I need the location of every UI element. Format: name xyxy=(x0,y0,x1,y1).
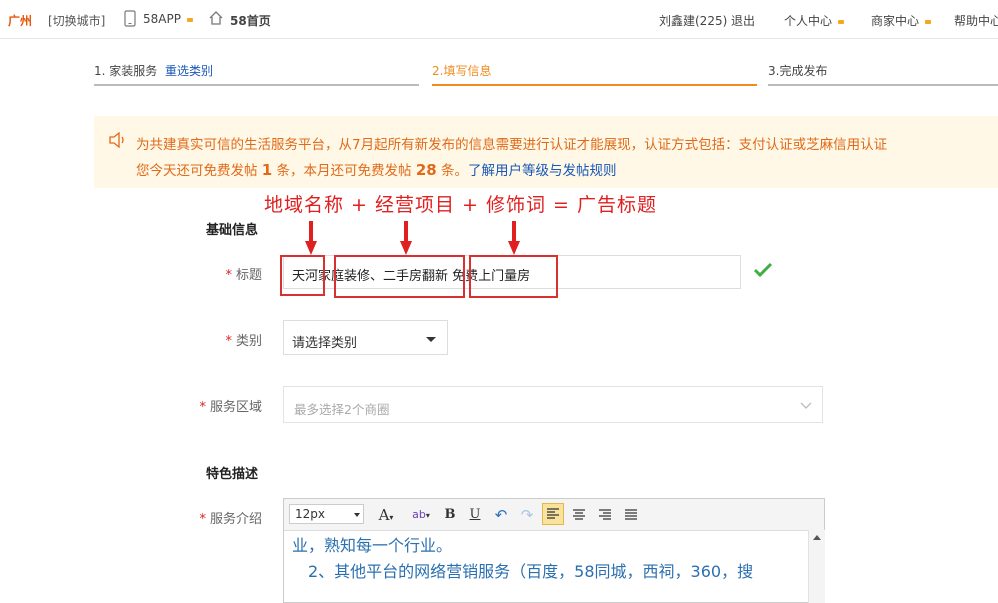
check-icon xyxy=(753,262,773,281)
category-select-value: 请选择类别 xyxy=(292,336,358,351)
editor-line-1: 业，熟知每一个行业。 xyxy=(292,536,453,555)
align-left-icon[interactable] xyxy=(542,503,564,525)
basic-info-heading: 基础信息 xyxy=(206,223,259,238)
category-label: * 类别 xyxy=(182,330,262,349)
justify-icon[interactable] xyxy=(620,506,642,524)
feature-description-heading: 特色描述 xyxy=(206,467,259,482)
home-icon xyxy=(208,10,224,29)
highlight-modifier-box xyxy=(469,255,558,298)
user-level-rules-link[interactable]: 了解用户等级与发帖规则 xyxy=(468,163,617,179)
arrow-business-icon xyxy=(400,221,412,255)
top-bar: 广州 [切换城市] 58APP 58首页 刘鑫建(225) 退出 个人中心 商家… xyxy=(0,0,998,39)
notice-line-2-suffix: 条。 xyxy=(441,163,468,179)
underline-icon[interactable]: U xyxy=(467,506,483,524)
font-size-caret-icon xyxy=(354,513,360,517)
area-required-mark: * xyxy=(199,400,206,415)
switch-city-link[interactable]: [切换城市] xyxy=(48,12,105,29)
step-1-label: 1. 家装服务 xyxy=(94,64,158,78)
scroll-up-icon[interactable] xyxy=(813,535,821,540)
personal-dot-icon xyxy=(838,19,845,24)
app-link[interactable]: 58APP xyxy=(143,12,193,26)
undo-icon[interactable]: ↶ xyxy=(492,506,510,524)
arrow-region-icon xyxy=(305,221,317,255)
notice-line-2: 您今天还可免费发帖 1 条，本月还可免费发帖 28 条。了解用户等级与发帖规则 xyxy=(136,159,617,179)
app-link-label: 58APP xyxy=(143,12,181,26)
notice-line-2-mid: 条，本月还可免费发帖 xyxy=(276,163,412,179)
app-dot-icon xyxy=(186,17,193,22)
today-count: 1 xyxy=(261,161,273,179)
category-select[interactable]: 请选择类别 xyxy=(283,320,448,355)
editor-content[interactable]: 业，熟知每一个行业。 2、其他平台的网络营销服务（百度，58同城，西祠，360，… xyxy=(284,530,808,603)
intro-required-mark: * xyxy=(199,512,206,527)
step-1-line xyxy=(94,84,419,86)
font-color-icon[interactable]: A▾ xyxy=(374,506,398,524)
merchant-dot-icon xyxy=(925,19,932,24)
service-area-placeholder: 最多选择2个商圈 xyxy=(294,402,390,417)
step-2-line xyxy=(432,84,757,86)
step-2-label: 2.填写信息 xyxy=(432,64,492,78)
personal-center-label: 个人中心 xyxy=(784,14,833,28)
font-size-value: 12px xyxy=(295,507,325,521)
title-required-mark: * xyxy=(225,268,232,283)
service-intro-label: * 服务介绍 xyxy=(182,508,262,527)
caret-down-icon xyxy=(426,337,436,342)
highlight-color-icon[interactable]: ab▾ xyxy=(406,506,436,524)
bold-icon[interactable]: B xyxy=(442,506,458,524)
service-intro-label-text: 服务介绍 xyxy=(209,512,262,527)
user-name-text: 刘鑫建(225) xyxy=(659,14,728,28)
highlight-region-box xyxy=(280,255,325,296)
month-count: 28 xyxy=(415,161,437,179)
merchant-center-label: 商家中心 xyxy=(871,14,920,28)
reselect-category-link[interactable]: 重选类别 xyxy=(165,62,213,79)
phone-icon xyxy=(124,10,136,30)
step-3-line xyxy=(768,84,998,86)
service-area-select[interactable]: 最多选择2个商圈 xyxy=(283,386,823,423)
arrow-modifier-icon xyxy=(508,221,520,255)
city-name: 广州 xyxy=(8,14,33,28)
help-center-menu[interactable]: 帮助中心 xyxy=(954,12,998,29)
notice-line-2-prefix: 您今天还可免费发帖 xyxy=(136,163,258,179)
rich-text-editor: 12px A▾ ab▾ B U ↶ ↷ 业，熟知每一个行业。 2、其他平台的网络… xyxy=(283,498,825,603)
merchant-center-menu[interactable]: 商家中心 xyxy=(871,12,932,29)
title-label-text: 标题 xyxy=(235,268,262,283)
notice-banner: 为共建真实可信的生活服务平台，从7月起所有新发布的信息需要进行认证才能展现，认证… xyxy=(94,116,998,188)
align-right-icon[interactable] xyxy=(594,506,616,524)
editor-line-2: 2、其他平台的网络营销服务（百度，58同城，西祠，360，搜 xyxy=(308,562,754,581)
category-required-mark: * xyxy=(225,334,232,349)
editor-toolbar: 12px A▾ ab▾ B U ↶ ↷ xyxy=(284,499,824,531)
chevron-down-icon xyxy=(800,399,812,413)
font-size-select[interactable]: 12px xyxy=(289,504,364,524)
highlight-business-box xyxy=(334,255,465,298)
editor-scrollbar[interactable] xyxy=(808,530,825,603)
service-area-label-text: 服务区域 xyxy=(209,400,262,415)
category-label-text: 类别 xyxy=(235,334,262,349)
step-3-label: 3.完成发布 xyxy=(768,64,828,78)
user-name[interactable]: 刘鑫建(225) xyxy=(659,12,727,29)
logout-link[interactable]: 退出 xyxy=(731,12,755,29)
redo-icon[interactable]: ↷ xyxy=(518,506,536,524)
speaker-icon xyxy=(108,131,128,151)
home-link[interactable]: 58首页 xyxy=(230,12,271,29)
personal-center-menu[interactable]: 个人中心 xyxy=(784,12,845,29)
title-label: * 标题 xyxy=(182,264,262,283)
align-center-icon[interactable] xyxy=(568,506,590,524)
title-formula-annotation: 地域名称 + 经营项目 + 修饰词 = 广告标题 xyxy=(264,194,657,216)
service-area-label: * 服务区域 xyxy=(182,396,262,415)
notice-line-1: 为共建真实可信的生活服务平台，从7月起所有新发布的信息需要进行认证才能展现，认证… xyxy=(136,137,888,153)
